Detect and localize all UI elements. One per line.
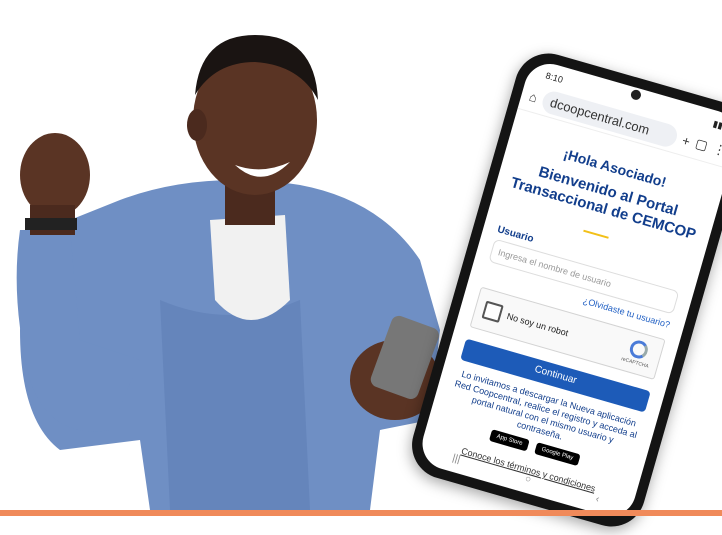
home-icon[interactable]: ⌂ bbox=[528, 88, 540, 105]
new-tab-icon[interactable]: + bbox=[681, 132, 692, 149]
undershirt bbox=[210, 215, 290, 320]
recaptcha-logo: reCAPTCHA bbox=[620, 337, 654, 370]
tabs-icon[interactable]: ▢ bbox=[693, 136, 710, 155]
app-store-badge[interactable]: App Store bbox=[489, 429, 530, 452]
signal-icon: ▮▮ bbox=[711, 118, 722, 131]
watch bbox=[25, 218, 77, 230]
accent-bar bbox=[0, 510, 722, 516]
captcha-checkbox[interactable] bbox=[481, 300, 504, 323]
raised-fist bbox=[20, 133, 90, 217]
recaptcha-icon bbox=[627, 338, 650, 361]
menu-icon[interactable]: ⋮ bbox=[711, 141, 722, 160]
recents-icon[interactable]: ||| bbox=[451, 452, 462, 465]
recaptcha-brand: reCAPTCHA bbox=[620, 356, 650, 370]
back-icon[interactable]: ‹ bbox=[594, 493, 600, 504]
shirt-shadow bbox=[160, 300, 310, 510]
person-illustration bbox=[16, 35, 440, 510]
title-underline bbox=[583, 229, 609, 239]
ear bbox=[187, 109, 207, 141]
home-button-icon[interactable]: ○ bbox=[524, 473, 533, 485]
captcha-label: No soy un robot bbox=[505, 311, 570, 339]
